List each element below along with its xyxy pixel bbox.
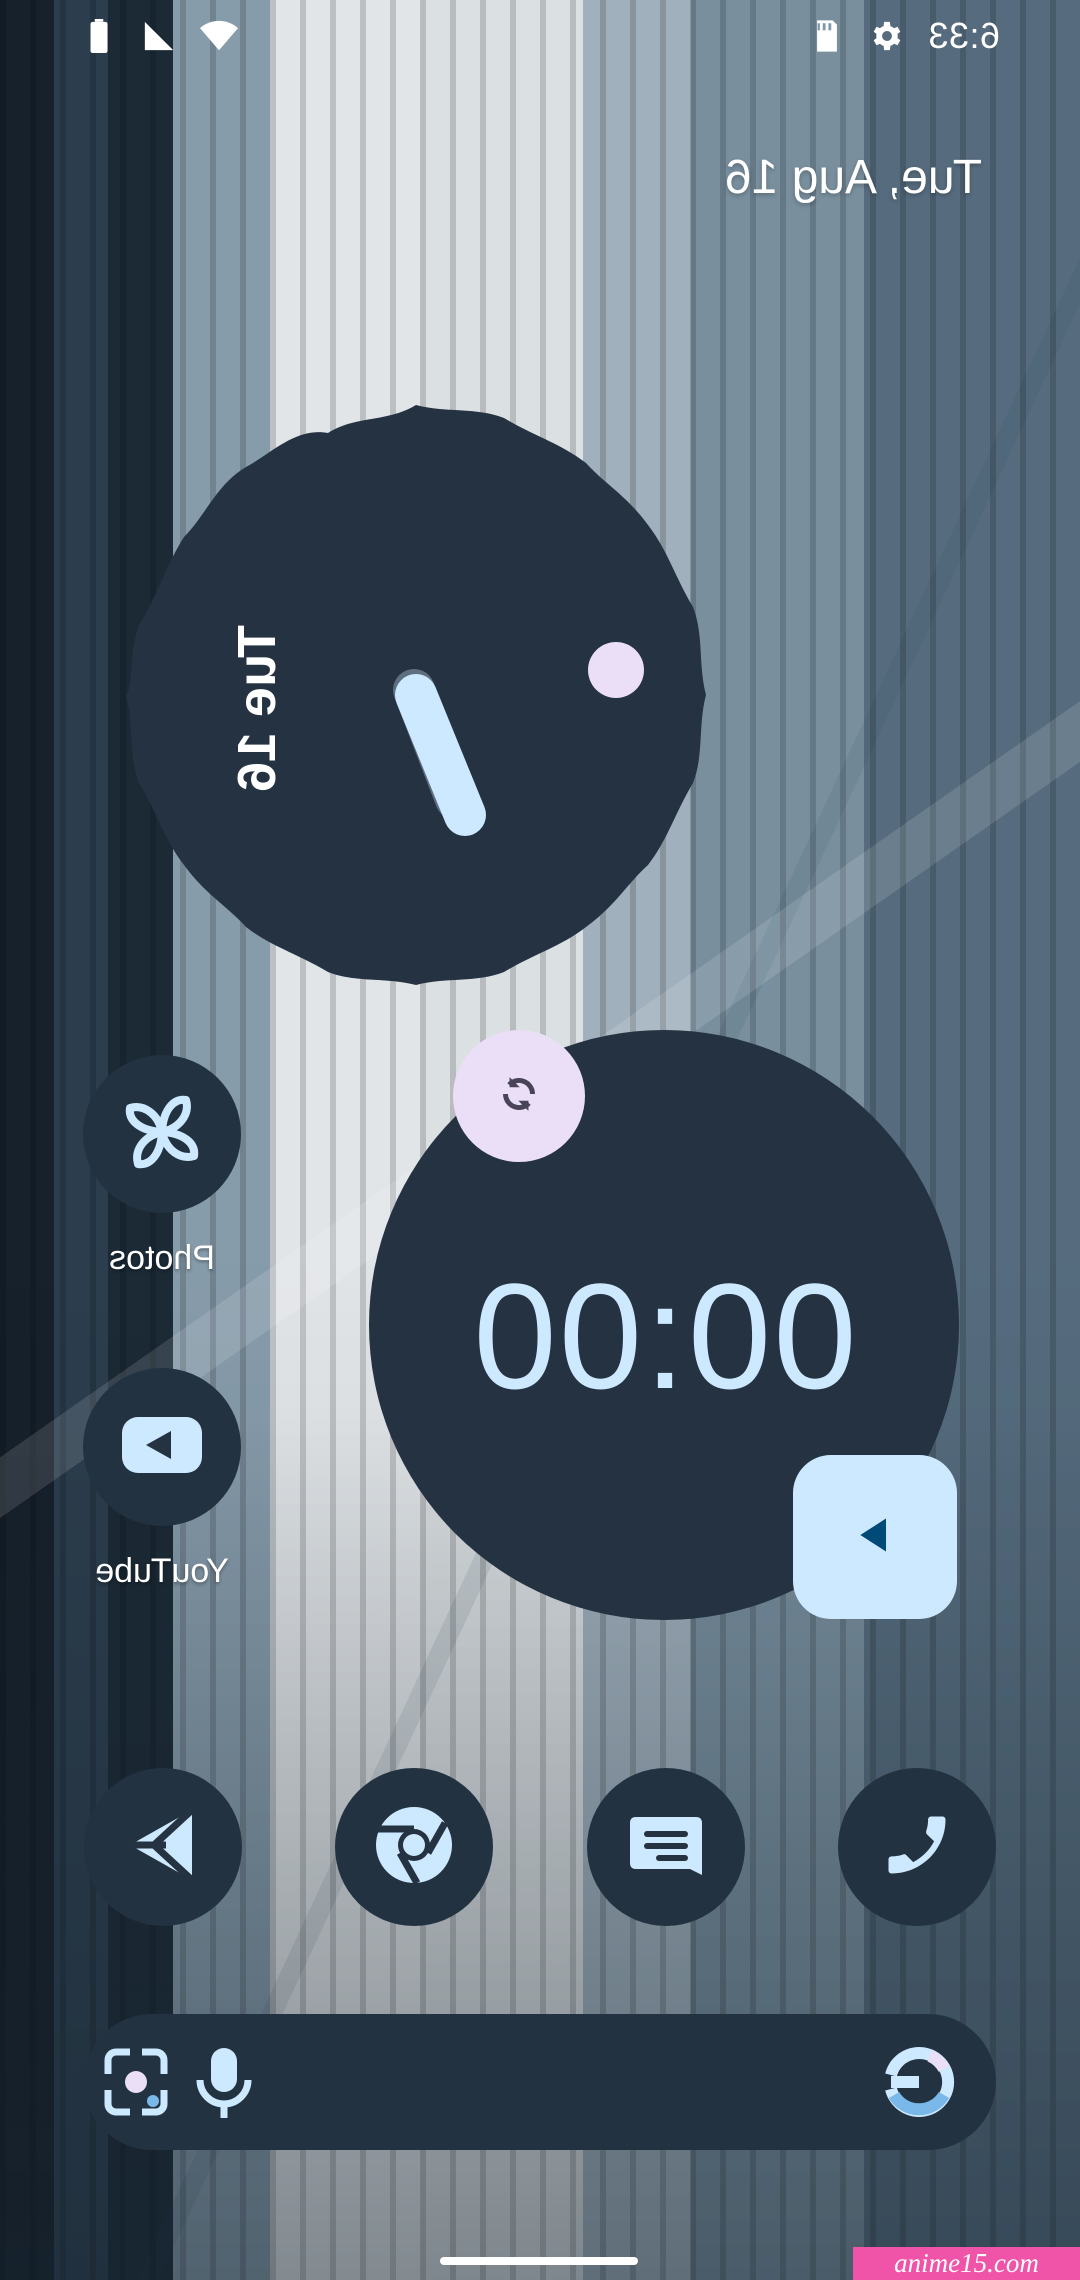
timer-time: 00:00 (471, 1252, 857, 1420)
analog-clock-face (126, 405, 706, 985)
play-icon (853, 1513, 897, 1562)
dock-chrome-button[interactable] (335, 1768, 493, 1926)
google-icon[interactable] (878, 2041, 960, 2123)
analog-clock-date: Tue 16 (227, 625, 287, 793)
app-photos-label: Photos (109, 1239, 215, 1277)
phone-icon (879, 1807, 955, 1888)
youtube-icon-circle (83, 1368, 241, 1526)
signal-icon (140, 17, 178, 55)
watermark: anime15.com (853, 2247, 1080, 2280)
youtube-icon (122, 1416, 202, 1478)
home-indicator[interactable] (440, 2257, 638, 2265)
battery-icon (80, 17, 118, 55)
dock-messages-button[interactable] (587, 1768, 745, 1926)
app-youtube-label: YouTube (95, 1552, 229, 1590)
timer-reset-button[interactable] (453, 1030, 585, 1162)
dock-play-store-button[interactable] (84, 1768, 242, 1926)
dock-phone-button[interactable] (838, 1768, 996, 1926)
search-bar[interactable] (84, 2014, 996, 2150)
status-left: 6:33 (808, 15, 1000, 57)
status-right (80, 17, 238, 55)
play-store-icon (120, 1802, 206, 1893)
pinwheel-icon (116, 1086, 208, 1183)
analog-clock-widget[interactable]: Tue 16 (126, 405, 706, 985)
date-widget-text[interactable]: Tue, Aug 16 (0, 150, 1080, 205)
mirrored-screen: 6:33 Tue, Aug 16 Tue 16 00:00 Photos You… (0, 0, 1080, 2280)
status-time: 6:33 (927, 15, 1000, 56)
app-youtube[interactable]: YouTube (82, 1368, 242, 1591)
photos-icon-circle (83, 1055, 241, 1213)
refresh-icon (492, 1067, 546, 1126)
chrome-icon (373, 1804, 455, 1891)
status-bar: 6:33 (0, 0, 1080, 72)
gear-icon (868, 17, 906, 55)
timer-play-button[interactable] (793, 1455, 957, 1619)
messages-icon (626, 1813, 706, 1882)
sd-card-icon (808, 17, 846, 55)
search-input[interactable] (287, 2047, 851, 2119)
wifi-icon (200, 17, 238, 55)
app-photos[interactable]: Photos (82, 1055, 242, 1278)
lens-icon[interactable] (94, 2040, 178, 2124)
microphone-icon[interactable] (182, 2040, 266, 2124)
